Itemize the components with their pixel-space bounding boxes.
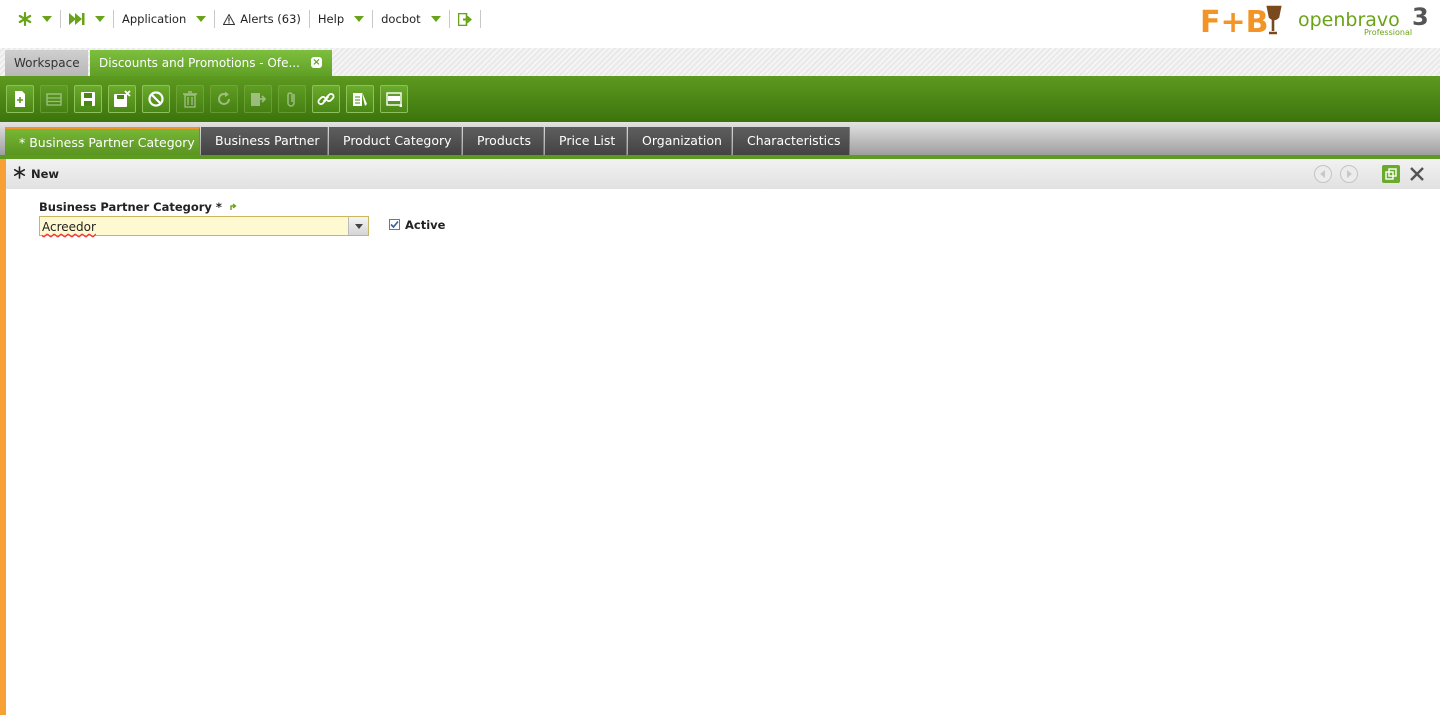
openbravo-version-text: 3	[1412, 3, 1429, 31]
paperclip-icon	[287, 92, 295, 107]
refresh-button[interactable]	[210, 85, 238, 113]
main-tab-bar: Workspace Discounts and Promotions - Ofe…	[0, 48, 1440, 76]
tab-product-category[interactable]: Product Category	[329, 127, 462, 155]
chevron-down-icon	[196, 16, 207, 22]
logout-button[interactable]	[450, 10, 481, 28]
chevron-down-icon	[354, 223, 363, 229]
link-button[interactable]	[312, 85, 340, 113]
chevron-down-icon	[354, 16, 365, 22]
bp-category-dropdown-button[interactable]	[348, 217, 368, 235]
new-row-button[interactable]	[40, 85, 68, 113]
user-profile-menu[interactable]: docbot	[373, 10, 450, 28]
alerts-label: Alerts (63)	[240, 12, 301, 26]
bp-category-combobox[interactable]: Acreedor	[39, 216, 369, 236]
tab-label: Products	[477, 133, 531, 148]
openbravo-edition-text: Professional	[1364, 28, 1412, 37]
checkmark-icon	[390, 220, 399, 229]
tab-discounts-promotions[interactable]: Discounts and Promotions - Ofe... ×	[90, 50, 332, 76]
export-button[interactable]	[244, 85, 272, 113]
previous-record-button[interactable]	[1314, 165, 1332, 183]
quick-launch-menu[interactable]	[10, 10, 61, 28]
top-bar: Application Alerts (63) Help docbot F+B …	[0, 0, 1440, 40]
maximize-button[interactable]	[1382, 165, 1400, 183]
link-icon	[317, 93, 335, 105]
save-close-button[interactable]	[108, 85, 136, 113]
tab-label: Price List	[559, 133, 616, 148]
tab-label: Product Category	[343, 133, 452, 148]
fb-logo-text: F+B	[1200, 5, 1269, 37]
tab-characteristics[interactable]: Characteristics	[733, 127, 850, 155]
tab-workspace[interactable]: Workspace	[5, 50, 88, 76]
chevron-down-icon	[42, 16, 52, 22]
close-icon[interactable]: ×	[311, 57, 322, 68]
warning-icon	[223, 13, 236, 25]
fb-logo: F+B	[1200, 5, 1282, 37]
application-menu[interactable]: Application	[114, 10, 216, 28]
help-menu-label: Help	[317, 12, 345, 26]
bp-category-value: Acreedor	[42, 220, 96, 234]
tools-button[interactable]	[346, 85, 374, 113]
export-icon	[251, 93, 267, 106]
close-form-button[interactable]	[1408, 165, 1426, 183]
refresh-icon	[218, 91, 230, 105]
tab-price-list[interactable]: Price List	[545, 127, 627, 155]
alerts-link[interactable]: Alerts (63)	[215, 10, 310, 28]
wine-glass-icon	[1266, 5, 1282, 35]
save-icon	[81, 92, 95, 106]
grid-rows-icon	[46, 93, 62, 106]
new-record-icon	[13, 166, 26, 179]
bp-category-label-text: Business Partner Category *	[39, 200, 222, 214]
cancel-icon	[148, 91, 164, 107]
openbravo-logo: openbravo Professional 3	[1298, 3, 1429, 37]
fast-forward-icon	[69, 13, 85, 25]
tab-organization[interactable]: Organization	[628, 127, 732, 155]
attachment-button[interactable]	[278, 85, 306, 113]
tab-label: * Business Partner Category	[19, 135, 195, 150]
form-view-icon	[386, 92, 402, 107]
help-menu[interactable]: Help	[310, 10, 374, 28]
next-record-button[interactable]	[1340, 165, 1358, 183]
logout-icon	[457, 12, 472, 26]
top-navigation: Application Alerts (63) Help docbot	[10, 10, 481, 28]
arrow-link-icon[interactable]	[230, 203, 237, 211]
save-close-icon	[114, 90, 131, 107]
window-toolbar	[0, 76, 1440, 122]
tab-business-partner[interactable]: Business Partner	[201, 127, 328, 155]
user-name-label: docbot	[381, 12, 421, 26]
active-checkbox[interactable]	[389, 219, 400, 230]
chevron-down-icon	[430, 16, 441, 22]
tab-label: Organization	[642, 133, 722, 148]
trash-icon	[183, 91, 197, 108]
sub-tab-bar: * Business Partner Category Business Par…	[0, 122, 1440, 159]
record-status-label: New	[31, 167, 60, 181]
maximize-icon	[1385, 168, 1397, 180]
tab-label: Business Partner	[215, 133, 320, 148]
record-form: Business Partner Category * Acreedor Act…	[6, 189, 1440, 715]
chevron-left-icon	[1320, 170, 1325, 178]
new-document-button[interactable]	[6, 85, 34, 113]
close-icon	[1410, 167, 1424, 181]
tab-workspace-label: Workspace	[14, 56, 80, 70]
tab-discounts-promotions-label: Discounts and Promotions - Ofe...	[99, 56, 300, 70]
record-status-bar: New	[6, 159, 1440, 189]
application-menu-label: Application	[122, 12, 187, 26]
delete-button[interactable]	[176, 85, 204, 113]
save-button[interactable]	[74, 85, 102, 113]
bp-category-field-label: Business Partner Category *	[39, 200, 237, 214]
new-document-icon	[15, 91, 25, 107]
chevron-right-icon	[1347, 170, 1352, 178]
tab-business-partner-category[interactable]: * Business Partner Category	[5, 127, 200, 155]
tab-label: Characteristics	[747, 133, 841, 148]
toggle-form-grid-button[interactable]	[380, 85, 408, 113]
tab-products[interactable]: Products	[463, 127, 544, 155]
undo-button[interactable]	[142, 85, 170, 113]
asterisk-icon	[18, 12, 32, 26]
quick-create-menu[interactable]	[61, 10, 114, 28]
chevron-down-icon	[95, 16, 105, 22]
active-checkbox-label: Active	[405, 218, 446, 232]
tools-icon	[353, 92, 367, 106]
